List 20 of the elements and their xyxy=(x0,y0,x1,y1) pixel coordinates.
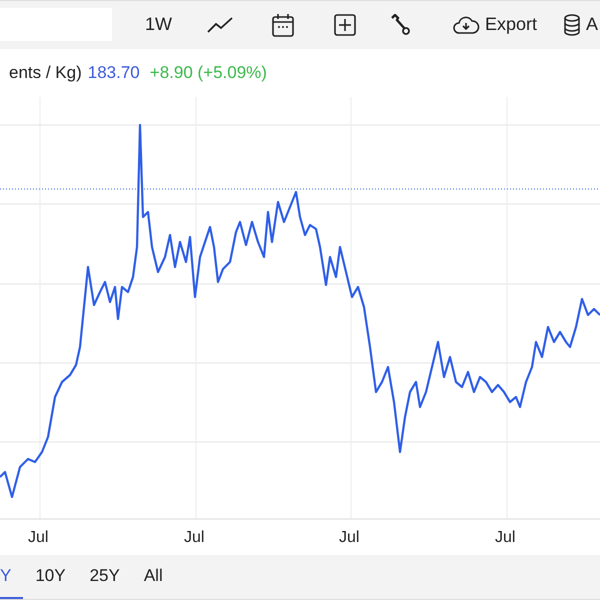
axis-label: Jul xyxy=(339,529,360,547)
axis-label: Jul xyxy=(184,529,204,547)
range-tab[interactable]: All xyxy=(132,555,175,599)
unit-label: ents / Kg) xyxy=(9,62,82,83)
axis-label: Jul xyxy=(495,529,516,547)
database-icon xyxy=(563,14,582,36)
range-tab[interactable]: 10Y xyxy=(23,555,78,599)
range-tab[interactable]: 25Y xyxy=(78,555,132,599)
price-value: 183.70 xyxy=(88,62,140,83)
calendar-icon[interactable] xyxy=(272,12,294,37)
add-icon[interactable] xyxy=(334,14,356,36)
axis-label: Jul xyxy=(28,529,48,547)
interval-button[interactable]: 1W xyxy=(145,14,172,36)
export-button[interactable]: Export xyxy=(452,14,538,36)
wrench-icon[interactable] xyxy=(390,14,410,36)
cloud-download-icon xyxy=(452,14,480,35)
line-chart-icon[interactable] xyxy=(207,16,233,34)
price-change: +8.90 (+5.09%) xyxy=(150,62,267,83)
data-button[interactable]: A xyxy=(563,14,598,36)
range-tab[interactable]: Y xyxy=(0,555,24,599)
